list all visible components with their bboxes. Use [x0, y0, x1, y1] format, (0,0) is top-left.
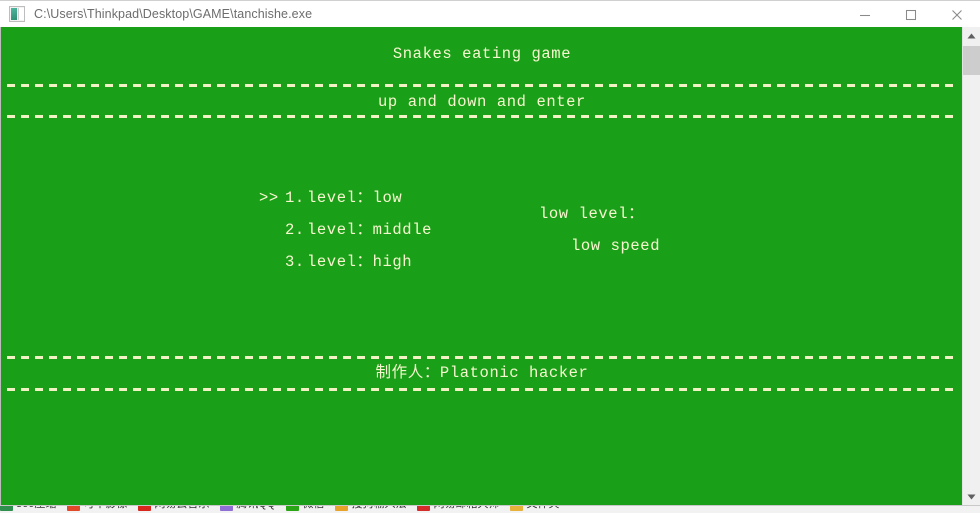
scroll-up-arrow[interactable] [963, 27, 980, 45]
app-icon [417, 506, 431, 511]
taskbar-item[interactable]: 网易邮箱大师 [417, 506, 499, 513]
taskbar-items: 360压缩 可牛影像 网易云音乐 腾讯QQ 微信 搜狗输入法 [0, 506, 570, 513]
info-panel-detail: low speed [571, 237, 661, 255]
menu-item-1-label[interactable]: level：low [307, 190, 402, 207]
maximize-button[interactable] [888, 1, 934, 28]
vertical-scrollbar[interactable] [962, 27, 980, 506]
taskbar-item-label: 360压缩 [16, 506, 56, 510]
separator-dashed-footer-top [7, 356, 957, 359]
taskbar-item-label: 腾讯QQ [236, 506, 275, 510]
menu-item-3-number: 3. [285, 253, 305, 271]
taskbar-item[interactable]: 文件夹 [510, 506, 559, 513]
app-icon [0, 506, 13, 511]
app-icon [67, 506, 81, 511]
separator-dashed-instructions [7, 115, 957, 118]
app-icon [138, 506, 152, 511]
taskbar-item[interactable]: 网易云音乐 [138, 506, 209, 513]
menu-cursor: >> [259, 189, 279, 207]
console-output-area[interactable]: Snakes eating game up and down and enter… [0, 27, 980, 506]
window-controls [842, 1, 980, 28]
application-window: C:\Users\Thinkpad\Desktop\GAME\tanchishe… [0, 0, 980, 513]
close-icon [952, 9, 962, 20]
window-titlebar[interactable]: C:\Users\Thinkpad\Desktop\GAME\tanchishe… [0, 0, 980, 27]
minimize-button[interactable] [842, 1, 888, 28]
console-app-icon [9, 6, 25, 22]
taskbar-item[interactable]: 微信 [286, 506, 324, 513]
credit-line: 制作人：Platonic hacker [375, 364, 589, 382]
app-icon [335, 506, 349, 511]
app-icon [220, 506, 234, 511]
taskbar-item[interactable]: 360压缩 [0, 506, 56, 513]
taskbar-item-label: 搜狗输入法 [351, 506, 406, 510]
maximize-icon [905, 9, 917, 20]
taskbar-item-label: 文件夹 [526, 506, 559, 510]
taskbar-item-label: 网易云音乐 [154, 506, 209, 510]
scroll-down-arrow[interactable] [963, 488, 980, 506]
info-panel-heading: low level： [539, 205, 645, 223]
taskbar-item[interactable]: 腾讯QQ [220, 506, 275, 513]
taskbar-item-label: 可牛影像 [83, 506, 127, 510]
app-icon [510, 506, 524, 511]
taskbar-item[interactable]: 可牛影像 [67, 506, 127, 513]
game-instructions: up and down and enter [378, 93, 586, 111]
scroll-thumb[interactable] [963, 46, 980, 75]
taskbar-item-label: 网易邮箱大师 [433, 506, 499, 510]
menu-item-3-label[interactable]: level：high [307, 254, 412, 271]
separator-dashed-footer-bottom [7, 388, 957, 391]
game-title: Snakes eating game [392, 45, 572, 63]
taskbar-item[interactable]: 搜狗输入法 [335, 506, 406, 513]
window-title: C:\Users\Thinkpad\Desktop\GAME\tanchishe… [34, 7, 313, 21]
taskbar-item-label: 微信 [302, 506, 324, 510]
menu-item-1-number: 1. [285, 189, 305, 207]
console-text-canvas: Snakes eating game up and down and enter… [1, 27, 963, 506]
menu-item-2-number: 2. [285, 221, 305, 239]
app-icon [286, 506, 300, 511]
windows-taskbar[interactable]: 360压缩 可牛影像 网易云音乐 腾讯QQ 微信 搜狗输入法 [0, 506, 980, 513]
minimize-icon [860, 14, 870, 16]
separator-dashed-top [7, 84, 957, 87]
window-left-border [0, 27, 1, 506]
menu-item-2-label[interactable]: level：middle [307, 222, 432, 239]
close-button[interactable] [934, 1, 980, 28]
